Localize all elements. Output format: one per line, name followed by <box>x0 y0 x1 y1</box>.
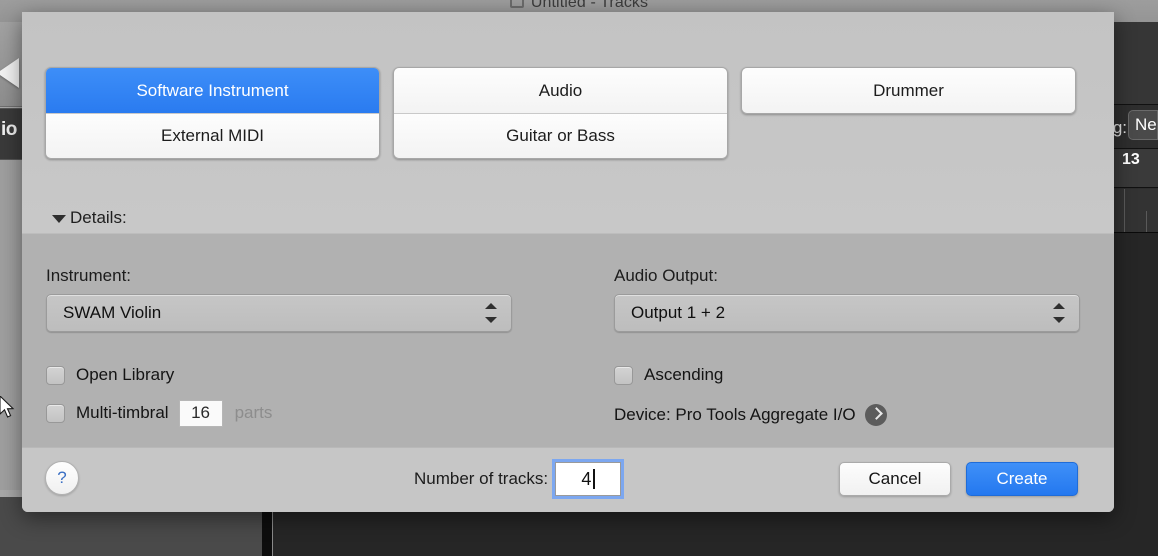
ascending-checkbox[interactable] <box>614 365 633 385</box>
text-caret <box>593 469 595 489</box>
instrument-popup[interactable]: SWAM Violin <box>46 294 512 332</box>
grid-line <box>1146 211 1147 232</box>
screen: Untitled - Tracks io g: Ne 13 Software I… <box>0 0 1158 556</box>
multi-timbral-row[interactable]: Multi-timbral 16 parts <box>46 399 556 427</box>
background-right-label-fragment: g: <box>1112 118 1127 137</box>
document-icon <box>509 0 524 8</box>
track-type-chooser: Software Instrument External MIDI Audio … <box>22 12 1114 233</box>
audio-output-label: Audio Output: <box>614 266 718 285</box>
track-type-guitar-or-bass-label: Guitar or Bass <box>506 126 615 145</box>
track-type-external-midi[interactable]: External MIDI <box>46 113 379 158</box>
open-library-row[interactable]: Open Library <box>46 362 556 388</box>
instrument-value: SWAM Violin <box>63 303 162 322</box>
background-right-ruler: 13 <box>1110 148 1158 188</box>
track-type-group-audio: Audio Guitar or Bass <box>393 67 728 159</box>
track-type-drummer[interactable]: Drummer <box>742 68 1075 113</box>
audio-output-value: Output 1 + 2 <box>631 303 726 322</box>
dialog-footer: ? Number of tracks: 4 Cancel Create <box>22 447 1114 512</box>
background-left-toolbar <box>0 22 24 107</box>
new-tracks-dialog: Software Instrument External MIDI Audio … <box>22 12 1114 512</box>
background-window-title-row: Untitled - Tracks <box>0 0 1158 12</box>
device-text: Device: Pro Tools Aggregate I/O <box>614 405 856 424</box>
question-mark-icon: ? <box>57 468 67 487</box>
background-window-title: Untitled - Tracks <box>530 0 649 11</box>
open-library-checkbox[interactable] <box>46 365 65 385</box>
track-type-drummer-label: Drummer <box>873 80 944 100</box>
multi-timbral-parts-input[interactable]: 16 <box>178 399 223 427</box>
background-left-lower <box>0 160 24 490</box>
grid-line <box>1124 189 1125 232</box>
updown-chevron-icon <box>1053 302 1065 324</box>
details-label: Details: <box>70 207 127 227</box>
background-left-fragment-text: io <box>1 119 17 140</box>
track-type-software-instrument-label: Software Instrument <box>136 80 289 100</box>
track-type-audio-label: Audio <box>538 80 583 100</box>
chevron-right-circle-icon[interactable] <box>864 404 887 426</box>
number-of-tracks-label: Number of tracks: <box>414 469 549 488</box>
track-type-group-midi: Software Instrument External MIDI <box>45 67 380 159</box>
background-right-value-pill[interactable]: Ne <box>1128 110 1158 140</box>
create-button[interactable]: Create <box>966 462 1078 496</box>
number-of-tracks-value: 4 <box>581 468 592 489</box>
ascending-row[interactable]: Ascending <box>614 362 1104 388</box>
updown-chevron-icon <box>485 302 497 324</box>
ascending-label: Ascending <box>644 365 724 384</box>
create-button-label: Create <box>996 469 1048 488</box>
track-type-external-midi-label: External MIDI <box>161 126 264 145</box>
track-type-group-drummer: Drummer <box>741 67 1076 114</box>
help-button[interactable]: ? <box>45 461 79 495</box>
cancel-button-label: Cancel <box>868 469 922 488</box>
audio-output-popup[interactable]: Output 1 + 2 <box>614 294 1080 332</box>
rewind-triangle-icon[interactable] <box>0 58 19 88</box>
track-type-guitar-or-bass[interactable]: Guitar or Bass <box>394 113 727 158</box>
details-disclosure[interactable]: Details: <box>22 202 127 233</box>
number-of-tracks-group: Number of tracks: 4 <box>414 459 625 499</box>
open-library-label: Open Library <box>76 365 175 384</box>
multi-timbral-checkbox[interactable] <box>46 403 65 423</box>
triangle-down-icon <box>52 214 66 223</box>
background-right-pill-text: Ne <box>1135 115 1157 134</box>
instrument-label: Instrument: <box>46 266 132 285</box>
track-type-software-instrument[interactable]: Software Instrument <box>46 68 379 113</box>
track-type-audio[interactable]: Audio <box>394 68 727 113</box>
background-right-toolbar <box>1110 22 1158 105</box>
number-of-tracks-input[interactable]: 4 <box>552 459 625 499</box>
cancel-button[interactable]: Cancel <box>839 462 951 496</box>
background-right-grid <box>1110 189 1158 233</box>
details-panel: Instrument: SWAM Violin Open Library Mul… <box>22 233 1114 447</box>
details-left-column: Instrument: SWAM Violin Open Library Mul… <box>46 234 556 427</box>
device-row: Device: Pro Tools Aggregate I/O <box>614 402 1104 428</box>
multi-timbral-label: Multi-timbral <box>76 403 169 422</box>
details-right-column: Audio Output: Output 1 + 2 Ascending Dev… <box>614 234 1104 428</box>
multi-timbral-parts-label: parts <box>234 403 273 422</box>
background-ruler-number: 13 <box>1122 151 1140 168</box>
